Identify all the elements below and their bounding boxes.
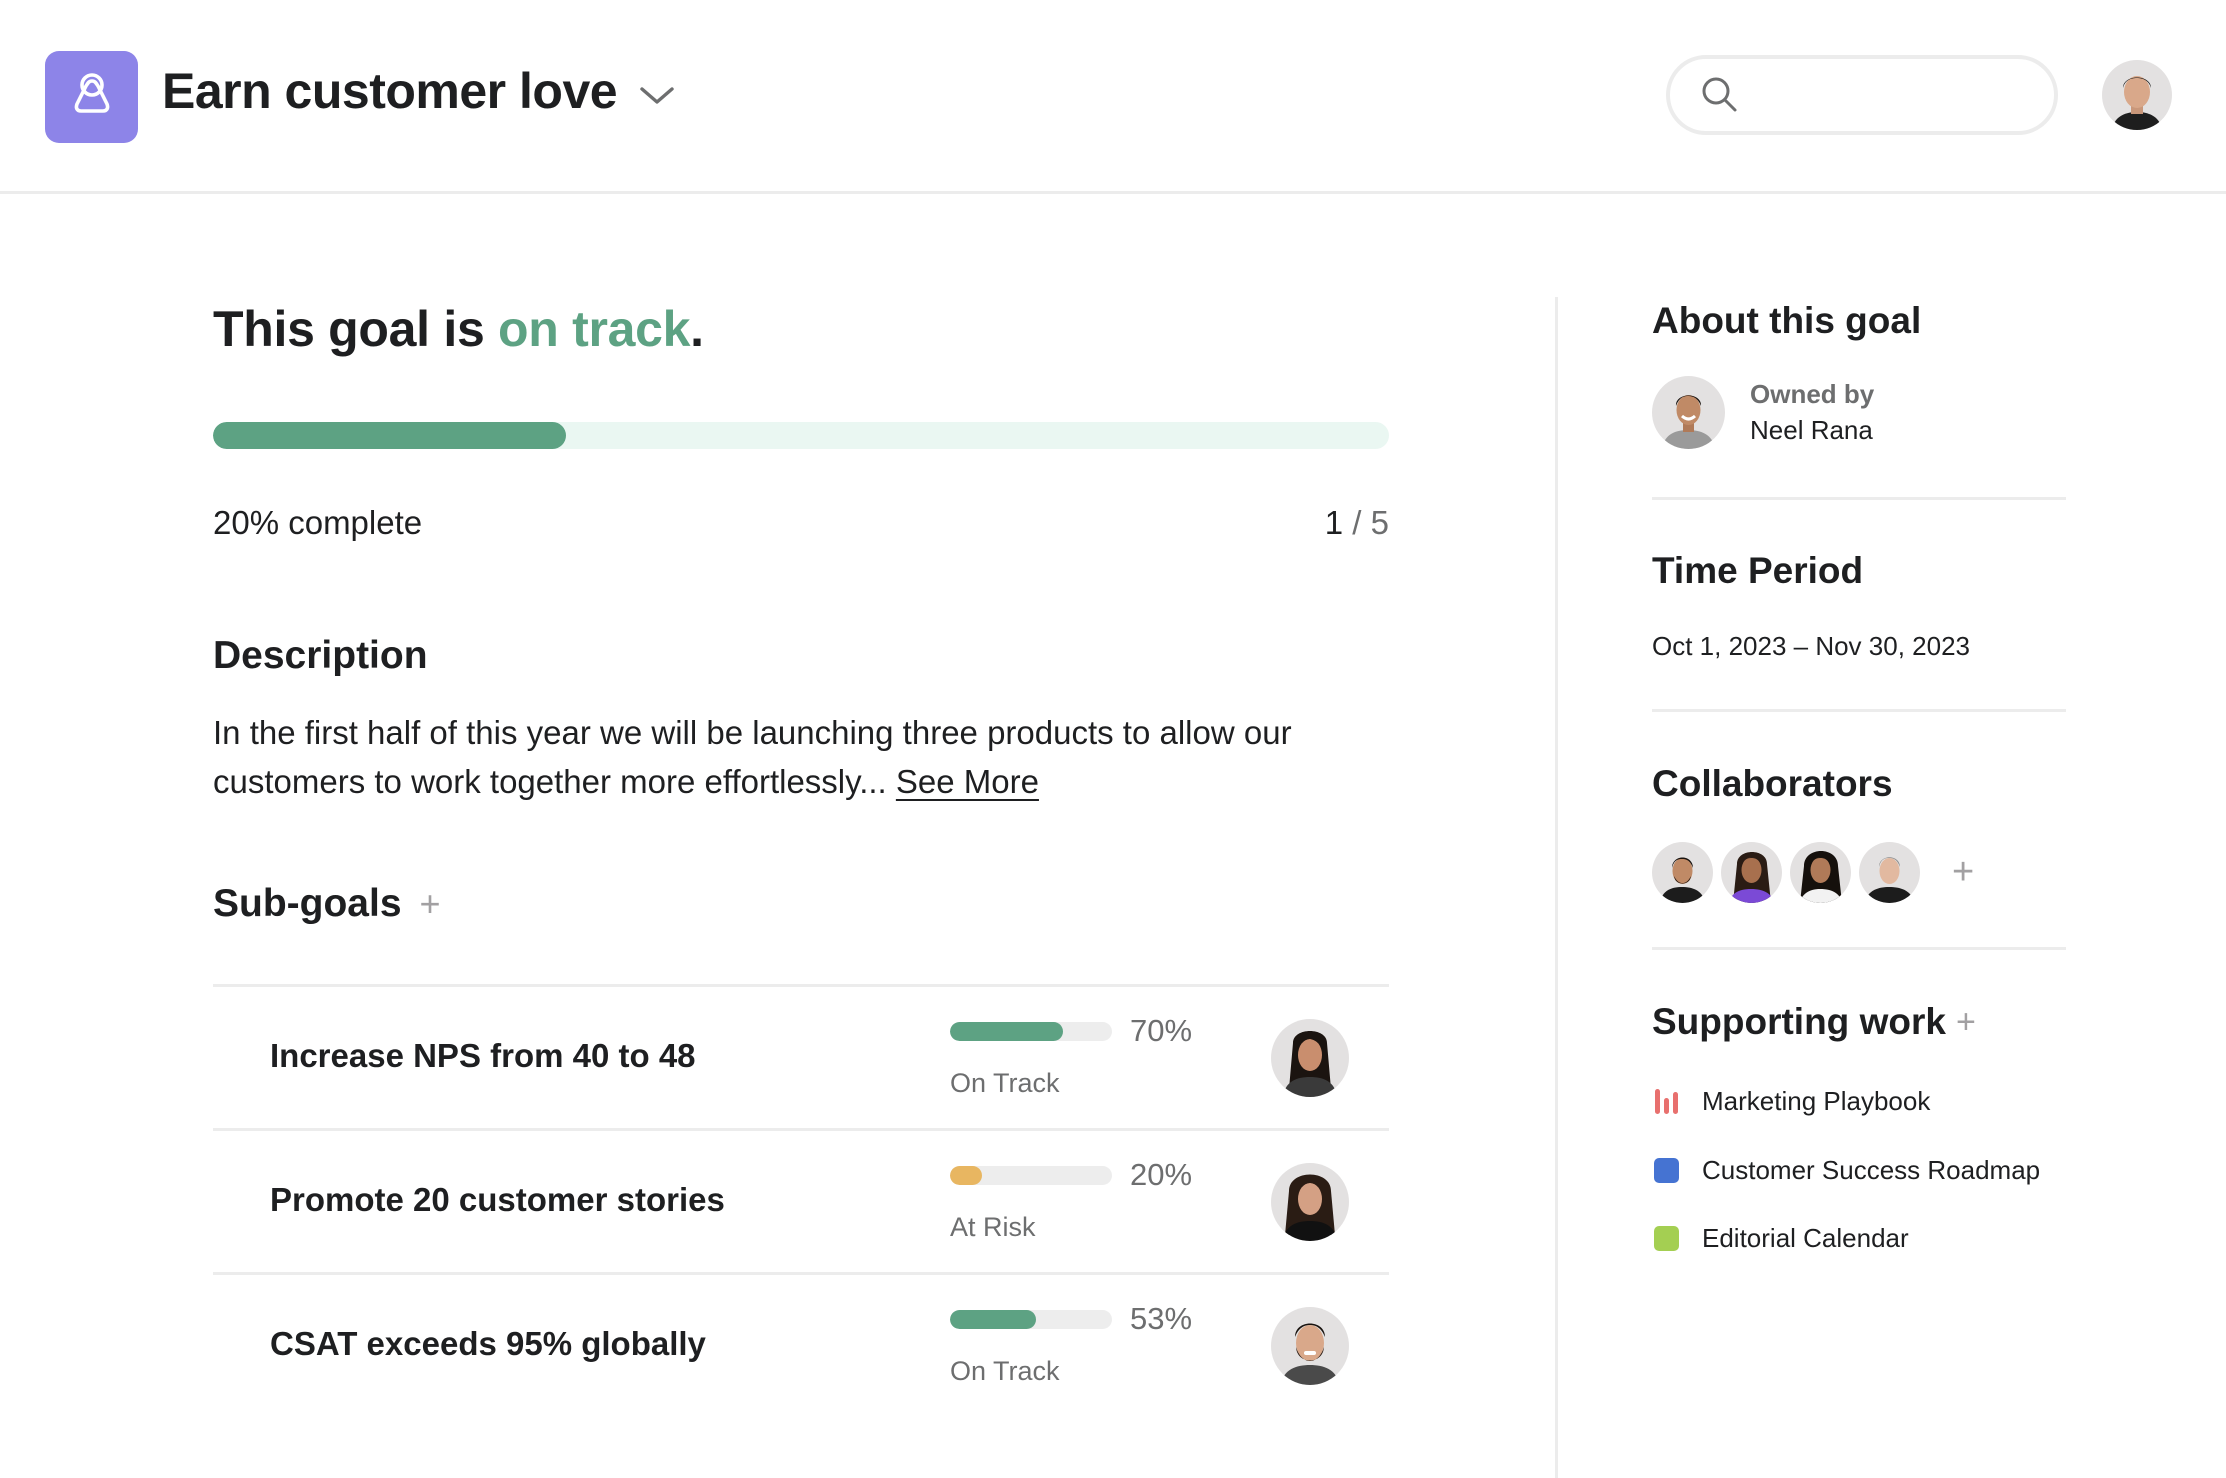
status-value: on track bbox=[498, 301, 691, 357]
collaborator-avatar[interactable] bbox=[1652, 841, 1713, 903]
bar-chart-icon bbox=[1654, 1088, 1679, 1114]
goal-logo bbox=[45, 51, 138, 143]
subgoal-owner-avatar[interactable] bbox=[1271, 1163, 1349, 1241]
top-bar: Earn customer love bbox=[0, 0, 2226, 194]
chevron-down-icon[interactable] bbox=[639, 85, 675, 107]
progress-count: 1 / 5 bbox=[1325, 504, 1389, 542]
status-suffix: . bbox=[690, 301, 704, 357]
status-prefix: This goal is bbox=[213, 301, 499, 357]
goal-person-icon bbox=[72, 71, 112, 124]
subgoal-progress-fill bbox=[950, 1166, 983, 1185]
goal-progress-fill bbox=[213, 422, 566, 449]
description-heading: Description bbox=[213, 634, 428, 677]
collaborator-avatar[interactable] bbox=[1859, 841, 1920, 903]
subgoal-title[interactable]: Increase NPS from 40 to 48 bbox=[270, 1037, 696, 1075]
supporting-work-heading: Supporting work + bbox=[1652, 1001, 1976, 1043]
about-heading: About this goal bbox=[1652, 300, 1922, 341]
project-square-icon bbox=[1654, 1157, 1679, 1183]
subgoal-row[interactable]: CSAT exceeds 95% globally 53% On Track bbox=[213, 1272, 1389, 1416]
subgoal-row[interactable]: Increase NPS from 40 to 48 70% On Track bbox=[213, 984, 1389, 1128]
subgoal-progress-bar bbox=[950, 1166, 1112, 1185]
goal-title-dropdown[interactable]: Earn customer love bbox=[162, 58, 675, 124]
progress-count-separator: / bbox=[1343, 504, 1371, 541]
subgoal-progress-fill bbox=[950, 1022, 1064, 1041]
subgoal-percent: 70% bbox=[1130, 1013, 1193, 1048]
subgoals-list: Increase NPS from 40 to 48 70% On Track … bbox=[213, 984, 1389, 1416]
subgoal-progress-fill bbox=[950, 1310, 1036, 1329]
time-period-range[interactable]: Oct 1, 2023 – Nov 30, 2023 bbox=[1652, 631, 1970, 662]
subgoal-percent: 20% bbox=[1130, 1157, 1193, 1192]
goal-progress-bar bbox=[213, 422, 1389, 449]
section-divider bbox=[1652, 947, 2066, 950]
subgoal-title[interactable]: CSAT exceeds 95% globally bbox=[270, 1325, 706, 1363]
add-collaborator-plus-icon[interactable]: + bbox=[1952, 851, 1974, 894]
subgoal-progress-bar bbox=[950, 1310, 1112, 1329]
search-icon bbox=[1700, 75, 1740, 115]
project-square-icon bbox=[1654, 1225, 1679, 1251]
subgoals-heading-label: Sub-goals bbox=[213, 882, 402, 925]
subgoal-status: At Risk bbox=[950, 1212, 1036, 1242]
supporting-work-item[interactable]: Customer Success Roadmap bbox=[1652, 1150, 2040, 1190]
supporting-work-item[interactable]: Editorial Calendar bbox=[1652, 1218, 1909, 1258]
time-period-heading: Time Period bbox=[1652, 550, 1864, 591]
supporting-work-heading-label: Supporting work bbox=[1652, 1001, 1946, 1042]
see-more-link[interactable]: See More bbox=[896, 763, 1039, 800]
search-input[interactable] bbox=[1754, 79, 2034, 111]
subgoal-row[interactable]: Promote 20 customer stories 20% At Risk bbox=[213, 1128, 1389, 1272]
add-subgoal-plus-icon[interactable]: + bbox=[420, 883, 441, 925]
add-supporting-work-plus-icon[interactable]: + bbox=[1956, 1003, 1976, 1042]
collaborator-avatar[interactable] bbox=[1790, 841, 1851, 903]
avatar-current-user[interactable] bbox=[2102, 60, 2172, 130]
owner-avatar[interactable] bbox=[1652, 376, 1725, 449]
panel-divider bbox=[1555, 297, 1558, 1478]
subgoal-owner-avatar[interactable] bbox=[1271, 1307, 1349, 1385]
section-divider bbox=[1652, 709, 2066, 712]
collaborators-heading: Collaborators bbox=[1652, 763, 1893, 804]
collaborator-avatar[interactable] bbox=[1721, 841, 1782, 903]
supporting-work-item[interactable]: Marketing Playbook bbox=[1652, 1081, 1930, 1121]
progress-label: 20% complete bbox=[213, 504, 423, 541]
progress-count-current: 1 bbox=[1324, 504, 1344, 541]
subgoal-owner-avatar[interactable] bbox=[1271, 1019, 1349, 1097]
subgoal-progress-bar bbox=[950, 1022, 1112, 1041]
goal-title: Earn customer love bbox=[162, 63, 618, 119]
goal-status-heading: This goal is on track. bbox=[213, 300, 704, 358]
supporting-work-label: Editorial Calendar bbox=[1702, 1222, 1909, 1253]
supporting-work-label: Customer Success Roadmap bbox=[1702, 1154, 2041, 1185]
search-box[interactable] bbox=[1666, 55, 2058, 135]
owner-name[interactable]: Neel Rana bbox=[1750, 415, 1873, 446]
subgoals-heading: Sub-goals + bbox=[213, 882, 441, 926]
description-text: In the first half of this year we will b… bbox=[213, 708, 1403, 806]
collaborators-list: + bbox=[1652, 841, 1974, 903]
supporting-work-label: Marketing Playbook bbox=[1702, 1085, 1931, 1116]
owned-by-label: Owned by bbox=[1750, 379, 1875, 409]
progress-count-total: 5 bbox=[1370, 504, 1389, 541]
subgoal-title[interactable]: Promote 20 customer stories bbox=[270, 1181, 725, 1219]
subgoal-status: On Track bbox=[950, 1356, 1060, 1386]
description-body: In the first half of this year we will b… bbox=[213, 714, 1292, 800]
section-divider bbox=[1652, 497, 2066, 500]
subgoal-status: On Track bbox=[950, 1068, 1060, 1098]
subgoal-percent: 53% bbox=[1130, 1301, 1193, 1336]
